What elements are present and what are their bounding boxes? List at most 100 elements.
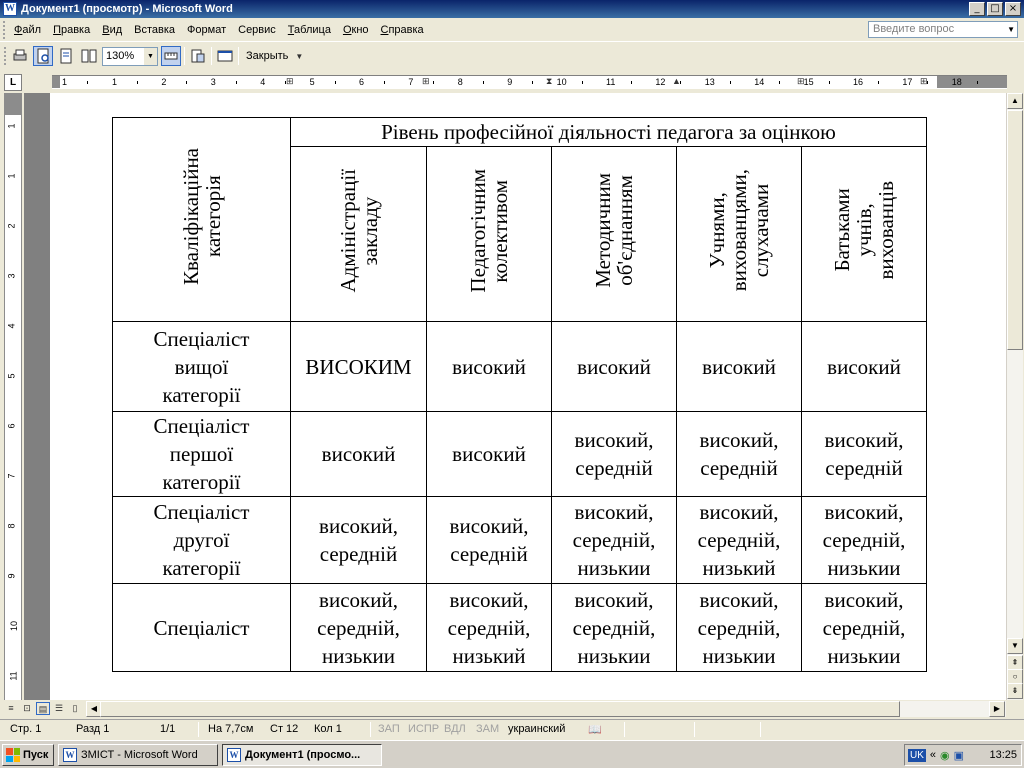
view-ruler-button[interactable] — [161, 46, 181, 66]
menu-item[interactable]: Вставка — [128, 24, 181, 36]
web-view-icon[interactable]: ⊡ — [20, 702, 34, 715]
start-button[interactable]: Пуск — [2, 744, 54, 766]
ruler-number: 7 — [6, 473, 17, 479]
column-marker-icon[interactable]: ⊞ — [920, 76, 928, 87]
zoom-select[interactable]: 130% ▼ — [102, 46, 158, 66]
menu-item[interactable]: Вид — [96, 24, 128, 36]
status-column: Кол 1 — [314, 723, 342, 735]
horizontal-scroll-area: ≡ ⊡ ▤ ☰ ▯ ◀ ▶ — [0, 700, 1024, 718]
maximize-button[interactable]: □ — [987, 2, 1003, 16]
ruler-tick — [828, 81, 830, 84]
toolbar-grip[interactable] — [4, 47, 7, 65]
spelling-status-icon[interactable]: 📖 — [588, 723, 602, 736]
document-area: Кваліфікаційна категорія Рівень професій… — [24, 93, 1006, 700]
horizontal-ruler[interactable]: 1 1 2 3 4 5 6 7 8 9 10 11 12 13 14 15 16 17 18 ⊞ ⊞ ⧗ ▲ ⊞ ⊞ — [52, 75, 1007, 89]
status-track-changes[interactable]: ИСПР — [408, 723, 439, 735]
ruler-number: 9 — [6, 573, 17, 579]
column-marker-icon[interactable]: ⊞ — [797, 76, 805, 87]
status-separator — [760, 722, 761, 737]
horizontal-scrollbar[interactable]: ◀ ▶ — [86, 701, 1006, 717]
window-title: Документ1 (просмотр) - Microsoft Word — [21, 3, 233, 15]
status-record[interactable]: ЗАП — [378, 723, 400, 735]
menu-item[interactable]: Справка — [375, 24, 430, 36]
table-cell: високий, середній — [426, 496, 552, 584]
taskbar-button-zmist[interactable]: W ЗМІСТ - Microsoft Word — [58, 744, 218, 766]
print-icon — [13, 49, 27, 61]
language-indicator[interactable]: UK — [908, 748, 926, 762]
chevron-down-icon[interactable]: ▼ — [1007, 22, 1015, 37]
toolbar-options-icon[interactable]: ▼ — [295, 52, 303, 61]
table-row: Спеціаліст першої категорії високий високи… — [112, 411, 927, 497]
scroll-up-button[interactable]: ▲ — [1007, 93, 1023, 109]
ruler-tick — [137, 81, 138, 84]
taskbar: Пуск W ЗМІСТ - Microsoft Word W Документ… — [0, 740, 1024, 768]
windows-flag-icon — [6, 748, 20, 762]
full-screen-button[interactable] — [215, 46, 235, 66]
menu-item[interactable]: Окно — [337, 24, 375, 36]
tab-stop-icon[interactable]: ▲ — [672, 76, 681, 86]
tab-selector[interactable]: L — [4, 74, 22, 91]
menu-item[interactable]: Файл — [8, 24, 47, 36]
taskbar-button-document1[interactable]: W Документ1 (просмо... — [222, 744, 382, 766]
toolbar-separator — [184, 47, 185, 65]
category-cell: Спеціаліст вищої категорії — [112, 321, 291, 412]
horizontal-scroll-thumb[interactable] — [100, 701, 900, 717]
column-header-label: Адміністрації закладу — [335, 168, 382, 293]
scroll-right-button[interactable]: ▶ — [989, 701, 1005, 717]
one-page-button[interactable] — [56, 46, 76, 66]
ruler-number: 15 — [803, 77, 814, 87]
vertical-ruler[interactable]: 1 1 2 3 4 5 6 7 8 9 10 11 — [4, 93, 22, 703]
ruler-number: 2 — [6, 223, 17, 229]
status-page: Стр. 1 — [10, 723, 42, 735]
ruler-tick — [581, 81, 583, 84]
document-page[interactable]: Кваліфікаційна категорія Рівень професій… — [50, 93, 1006, 700]
ruler-tick — [433, 81, 435, 84]
status-bar: Стр. 1 Разд 1 1/1 На 7,7см Ст 12 Кол 1 З… — [0, 719, 1024, 739]
chevron-down-icon[interactable]: ▼ — [144, 47, 157, 65]
ruler-number: 4 — [6, 323, 17, 329]
ruler-number: 10 — [9, 620, 20, 632]
word-app-icon[interactable]: W — [3, 2, 17, 16]
shrink-to-fit-button[interactable] — [188, 46, 208, 66]
tray-expand-icon[interactable]: « — [930, 749, 936, 761]
row-header-title: Кваліфікаційна категорія — [178, 147, 225, 285]
close-preview-button[interactable]: Закрыть — [242, 50, 292, 62]
print-button[interactable] — [10, 46, 30, 66]
menu-item[interactable]: Таблица — [282, 24, 337, 36]
network-icon[interactable]: ▣ — [954, 749, 964, 762]
menu-item[interactable]: Правка — [47, 24, 96, 36]
scroll-down-button[interactable]: ▼ — [1007, 638, 1023, 654]
next-page-button[interactable]: ⇟ — [1007, 683, 1023, 699]
ruler-tick — [235, 81, 237, 84]
ruler-tick — [87, 81, 88, 84]
status-position: На 7,7см — [208, 723, 254, 735]
vertical-scrollbar[interactable]: ▲ ▼ ⇞ ○ ⇟ — [1006, 93, 1023, 700]
table-row: Спеціаліст високий, середній, низькии висо… — [112, 583, 927, 672]
menu-item[interactable]: Сервис — [232, 24, 282, 36]
ruler-number: 8 — [6, 523, 17, 529]
multiple-pages-button[interactable] — [79, 46, 99, 66]
ruler-left-margin — [52, 76, 60, 88]
full-screen-icon — [217, 50, 233, 62]
print-layout-icon[interactable]: ▤ — [36, 702, 50, 715]
outline-view-icon[interactable]: ☰ — [52, 702, 66, 715]
status-extend[interactable]: ВДЛ — [444, 723, 466, 735]
ask-question-input[interactable]: Введите вопрос ▼ — [868, 21, 1018, 38]
magnifier-button[interactable] — [33, 46, 53, 66]
minimize-button[interactable]: _ — [969, 2, 985, 16]
table-cell: ВИСОКИМ — [290, 321, 427, 412]
column-marker-icon[interactable]: ⊞ — [286, 76, 294, 87]
toolbar-separator — [238, 47, 239, 65]
normal-view-icon[interactable]: ≡ — [4, 702, 18, 715]
menu-item[interactable]: Формат — [181, 24, 232, 36]
reading-view-icon[interactable]: ▯ — [68, 702, 82, 715]
vertical-scroll-thumb[interactable] — [1007, 110, 1023, 350]
status-line: Ст 12 — [270, 723, 299, 735]
close-window-button[interactable]: × — [1005, 2, 1021, 16]
status-overtype[interactable]: ЗАМ — [476, 723, 499, 735]
tray-app-icon[interactable]: ◉ — [940, 749, 950, 762]
column-marker-icon[interactable]: ⊞ — [422, 76, 430, 87]
status-section: Разд 1 — [76, 723, 110, 735]
indent-marker-icon[interactable]: ⧗ — [546, 76, 552, 87]
ask-question-placeholder: Введите вопрос — [873, 23, 955, 35]
